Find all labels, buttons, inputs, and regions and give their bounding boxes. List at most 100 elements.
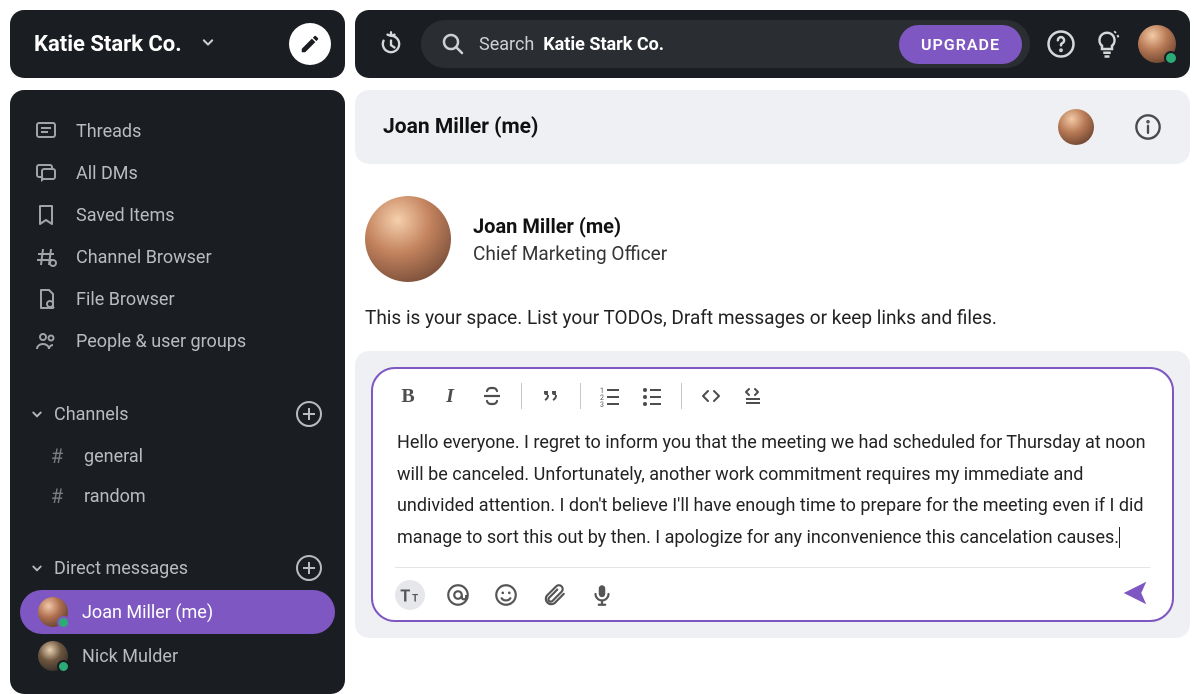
nav-threads[interactable]: Threads [20,110,335,152]
threads-icon [34,119,58,143]
nav-file-browser[interactable]: File Browser [20,278,335,320]
composer: B I 123 Hello everyone. I regret to info… [371,367,1174,622]
send-button[interactable] [1120,578,1150,612]
channel-browser-icon [34,245,58,269]
chevron-down-icon[interactable] [198,32,218,57]
chevron-down-icon[interactable] [28,559,46,577]
profile-title: Chief Marketing Officer [473,242,667,265]
conversation-title[interactable]: Joan Miller (me) [383,115,538,139]
compose-button[interactable] [289,23,331,65]
profile-name: Joan Miller (me) [473,214,667,238]
format-toolbar: B I 123 [395,383,1150,421]
dm-nick-mulder[interactable]: Nick Mulder [20,634,335,678]
dm-joan-miller[interactable]: Joan Miller (me) [20,590,335,634]
channel-label: general [84,446,143,467]
ordered-list-button[interactable]: 123 [597,383,623,409]
svg-text:T: T [412,594,418,605]
profile-block: Joan Miller (me) Chief Marketing Officer [355,164,1190,292]
nav-people[interactable]: People & user groups [20,320,335,362]
file-browser-icon [34,287,58,311]
mention-button[interactable] [443,580,473,610]
code-icon [699,384,723,408]
microphone-icon [589,582,615,608]
emoji-button[interactable] [491,580,521,610]
user-avatar[interactable] [1138,25,1176,63]
bullet-list-button[interactable] [639,383,665,409]
italic-button[interactable]: I [437,383,463,409]
formatting-toggle-button[interactable]: TT [395,580,425,610]
code-button[interactable] [698,383,724,409]
nav-label: People & user groups [76,331,246,352]
help-icon[interactable] [1046,29,1076,59]
workspace-name[interactable]: Katie Stark Co. [34,32,182,57]
people-icon [34,329,58,353]
dms-icon [34,161,58,185]
attach-button[interactable] [539,580,569,610]
svg-text:T: T [400,587,410,606]
hash-icon: # [46,484,68,508]
at-icon [445,582,471,608]
dms-section-header[interactable]: Direct messages [20,544,335,590]
section-label: Channels [54,404,129,425]
add-dm-button[interactable] [295,554,323,582]
upgrade-button[interactable]: UPGRADE [899,25,1022,64]
send-icon [1120,578,1150,608]
composer-bottom-toolbar: TT [395,567,1150,612]
conversation-avatar[interactable] [1058,109,1094,145]
conversation-header: Joan Miller (me) [355,90,1190,164]
nav-label: All DMs [76,163,138,184]
message-input[interactable]: Hello everyone. I regret to inform you t… [395,421,1150,563]
presence-indicator [57,616,70,629]
nav-label: Channel Browser [76,247,212,268]
svg-text:3: 3 [600,401,604,408]
paperclip-icon [541,582,567,608]
search-icon [441,32,465,56]
presence-indicator [57,660,70,673]
info-icon [1134,113,1162,141]
bold-button[interactable]: B [395,383,421,409]
channel-random[interactable]: # random [20,476,335,516]
channels-section-header[interactable]: Channels [20,390,335,436]
history-icon[interactable] [377,30,405,58]
nav-saved-items[interactable]: Saved Items [20,194,335,236]
nav-all-dms[interactable]: All DMs [20,152,335,194]
quote-icon [539,384,563,408]
bullet-list-icon [640,384,664,408]
plus-circle-icon [295,400,323,428]
search-box[interactable]: Search Katie Stark Co. UPGRADE [421,20,1030,68]
quote-button[interactable] [538,383,564,409]
chevron-down-icon[interactable] [28,405,46,423]
text-format-icon: TT [397,582,423,608]
dm-label: Nick Mulder [82,646,178,667]
ordered-list-icon: 123 [598,384,622,408]
channel-general[interactable]: # general [20,436,335,476]
topbar: Search Katie Stark Co. UPGRADE [355,10,1190,78]
nav-channel-browser[interactable]: Channel Browser [20,236,335,278]
nav-label: File Browser [76,289,175,310]
code-block-button[interactable] [740,383,766,409]
avatar [38,641,68,671]
profile-avatar[interactable] [365,196,451,282]
composer-container: B I 123 Hello everyone. I regret to info… [355,351,1190,638]
search-placeholder: Search Katie Stark Co. [479,34,664,55]
hash-icon: # [46,444,68,468]
channel-label: random [84,486,146,507]
emoji-icon [493,582,519,608]
add-channel-button[interactable] [295,400,323,428]
separator [681,383,682,409]
audio-button[interactable] [587,580,617,610]
strikethrough-icon [480,384,504,408]
strikethrough-button[interactable] [479,383,505,409]
separator [521,383,522,409]
dm-label: Joan Miller (me) [82,602,213,623]
sidebar: Threads All DMs Saved Items Channel Brow… [10,90,345,694]
bookmark-icon [34,203,58,227]
pencil-icon [299,33,321,55]
nav-label: Threads [76,121,141,142]
lightbulb-icon[interactable] [1092,29,1122,59]
nav-label: Saved Items [76,205,175,226]
presence-indicator [1164,51,1178,65]
code-block-icon [741,384,765,408]
workspace-header: Katie Stark Co. [10,10,345,78]
info-button[interactable] [1134,113,1162,141]
